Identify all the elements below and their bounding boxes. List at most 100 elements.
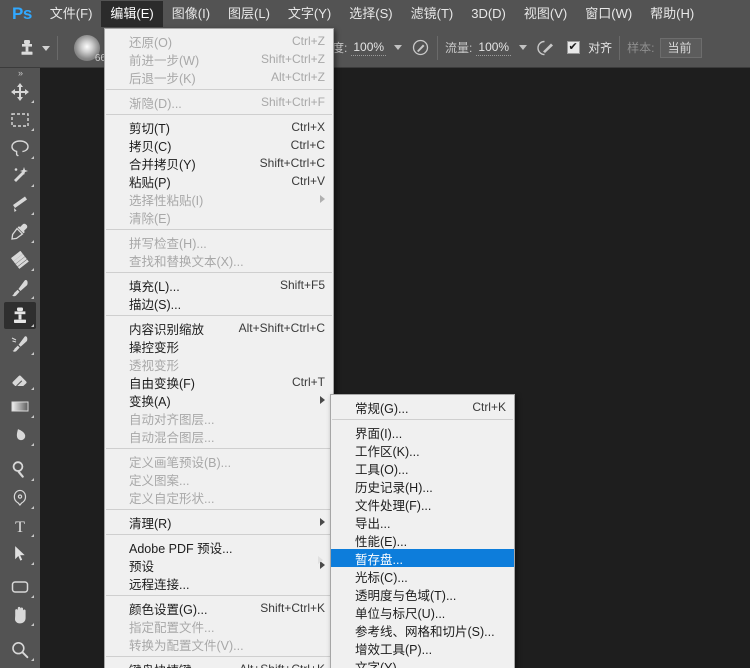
zoom-tool[interactable] (4, 636, 36, 663)
menu-item[interactable]: 导出... (331, 513, 514, 531)
menu-separator (106, 509, 332, 510)
menu-item[interactable]: 拷贝(C) Ctrl+C (105, 136, 333, 154)
eraser-tool[interactable] (4, 365, 36, 392)
menu-item[interactable]: 历史记录(H)... (331, 477, 514, 495)
menu-item-shortcut: Shift+F5 (279, 278, 325, 292)
type-tool[interactable]: T (4, 512, 36, 539)
rectangle-tool[interactable] (4, 573, 36, 600)
paintbrush-icon (9, 277, 31, 299)
menu-item[interactable]: 清理(R) (105, 513, 333, 531)
pen-tool[interactable] (4, 484, 36, 511)
flow-chevron-down-icon[interactable] (519, 45, 528, 50)
menu-item[interactable]: 参考线、网格和切片(S)... (331, 621, 514, 639)
menubar-item-2[interactable]: 图像(I) (163, 1, 219, 27)
menu-item-shortcut: Shift+Ctrl+F (260, 95, 325, 109)
quick-selection-tool[interactable] (4, 162, 36, 189)
sample-select[interactable]: 当前 (660, 37, 703, 58)
menubar-item-label: 3D(D) (471, 6, 506, 21)
menu-item[interactable]: 工作区(K)... (331, 441, 514, 459)
menubar-item-4[interactable]: 文字(Y) (279, 1, 340, 27)
menubar-item-5[interactable]: 选择(S) (340, 1, 401, 27)
crop-tool[interactable] (4, 190, 36, 217)
menu-item[interactable]: 远程连接... (105, 574, 333, 592)
menu-item[interactable]: 单位与标尺(U)... (331, 603, 514, 621)
menu-item-shortcut: Ctrl+K (472, 400, 506, 414)
airbrush-icon[interactable] (535, 38, 555, 58)
edit-toolbar-tool[interactable] (4, 664, 36, 668)
menu-item[interactable]: 合并拷贝(Y) Shift+Ctrl+C (105, 154, 333, 172)
menu-item-label: 文件处理(F)... (355, 498, 432, 513)
history-brush-tool[interactable] (4, 330, 36, 357)
menu-item[interactable]: 常规(G)... Ctrl+K (331, 398, 514, 416)
menu-item-label: 内容识别缩放 (129, 322, 205, 337)
menu-separator (106, 315, 332, 316)
menu-item[interactable]: 文字(Y)... (331, 657, 514, 668)
menu-item[interactable]: 填充(L)... Shift+F5 (105, 276, 333, 294)
checkbox-checked-icon[interactable]: ✔ (566, 41, 580, 54)
gradient-tool[interactable] (4, 393, 36, 420)
menu-item[interactable]: 变换(A) (105, 391, 333, 409)
menu-item: 拼写检查(H)... (105, 233, 333, 251)
menubar-item-9[interactable]: 窗口(W) (576, 1, 641, 27)
menubar-item-8[interactable]: 视图(V) (515, 1, 576, 27)
brush-preset-picker[interactable]: 66 (65, 31, 109, 65)
opacity-pressure-icon[interactable] (410, 38, 430, 58)
menu-item[interactable]: 工具(O)... (331, 459, 514, 477)
menu-item[interactable]: 预设 (105, 556, 333, 574)
blur-tool[interactable] (4, 421, 36, 448)
marquee-tool[interactable] (4, 106, 36, 133)
menu-item: 转换为配置文件(V)... (105, 635, 333, 653)
menubar-item-7[interactable]: 3D(D) (462, 1, 515, 27)
menu-item[interactable]: Adobe PDF 预设... (105, 538, 333, 556)
tool-preset-picker[interactable] (0, 37, 50, 59)
opacity-value[interactable]: 100% (351, 40, 387, 56)
submenu-arrow-icon (320, 195, 325, 203)
dodge-tool[interactable] (4, 456, 36, 483)
menubar-item-6[interactable]: 滤镜(T) (402, 1, 463, 27)
path-selection-tool[interactable] (4, 540, 36, 567)
menu-item[interactable]: 光标(C)... (331, 567, 514, 585)
menubar-item-3[interactable]: 图层(L) (219, 1, 279, 27)
menu-item[interactable]: 颜色设置(G)... Shift+Ctrl+K (105, 599, 333, 617)
menu-item[interactable]: 性能(E)... (331, 531, 514, 549)
menu-item[interactable]: 剪切(T) Ctrl+X (105, 118, 333, 136)
menu-item-label: 查找和替换文本(X)... (129, 254, 244, 269)
menu-item: 指定配置文件... (105, 617, 333, 635)
menu-item[interactable]: 自由变换(F) Ctrl+T (105, 373, 333, 391)
menu-bar: Ps 文件(F) 编辑(E) 图像(I) 图层(L) 文字(Y) 选择(S) 滤镜(T) 3D… (0, 0, 750, 28)
menubar-item-label: 图像(I) (171, 6, 211, 21)
menu-item[interactable]: 键盘快捷键...Alt+Shift+Ctrl+K (105, 660, 333, 668)
path-arrow-icon (9, 543, 31, 565)
opacity-chevron-down-icon[interactable] (394, 45, 403, 50)
eyedropper-tool[interactable] (4, 218, 36, 245)
menu-item[interactable]: 内容识别缩放 Alt+Shift+Ctrl+C (105, 319, 333, 337)
collapse-panel-icon[interactable]: » (0, 68, 40, 78)
tool-group-corner-icon (31, 387, 34, 390)
menu-item[interactable]: 操控变形 (105, 337, 333, 355)
menu-item[interactable]: 暂存盘... (331, 549, 514, 567)
brush-tool[interactable] (4, 274, 36, 301)
menu-item: 透视变形 (105, 355, 333, 373)
menu-item[interactable]: 透明度与色域(T)... (331, 585, 514, 603)
menubar-item-1[interactable]: 编辑(E) (101, 1, 163, 27)
menu-item[interactable]: 描边(S)... (105, 294, 333, 312)
menu-item[interactable]: 文件处理(F)... (331, 495, 514, 513)
menubar-item-10[interactable]: 帮助(H) (641, 1, 703, 27)
menu-item[interactable]: 增效工具(P)... (331, 639, 514, 657)
menu-item-label: 工具(O)... (355, 462, 409, 477)
healing-brush-tool[interactable] (4, 246, 36, 273)
lasso-tool[interactable] (4, 134, 36, 161)
clone-stamp-tool[interactable] (4, 302, 36, 329)
flow-value[interactable]: 100% (476, 40, 512, 56)
menu-item[interactable]: 粘贴(P) Ctrl+V (105, 172, 333, 190)
menu-item[interactable]: 界面(I)... (331, 423, 514, 441)
move-tool[interactable] (4, 78, 36, 105)
menu-item: 查找和替换文本(X)... (105, 251, 333, 269)
tool-group-corner-icon (31, 240, 34, 243)
menu-item-shortcut: Ctrl+V (291, 174, 325, 188)
chevron-down-icon[interactable] (42, 46, 50, 51)
menubar-item-0[interactable]: 文件(F) (41, 1, 102, 27)
align-checkbox[interactable]: ✔ (563, 38, 583, 58)
smudge-icon (9, 424, 31, 446)
hand-tool[interactable] (4, 601, 36, 628)
